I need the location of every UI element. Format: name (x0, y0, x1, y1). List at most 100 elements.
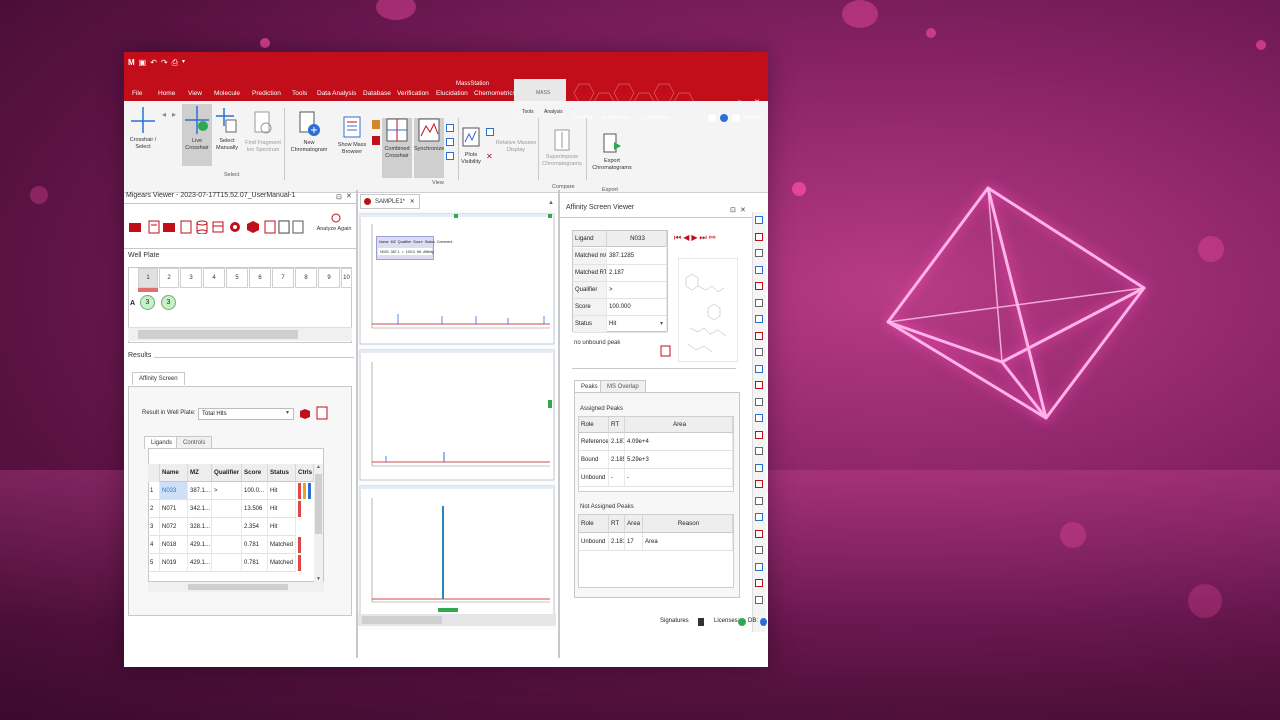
close-plot-icon[interactable]: ✕ (486, 152, 493, 161)
overlay-icon[interactable] (755, 447, 763, 455)
not-assigned-header-reason[interactable]: Reason (643, 515, 733, 533)
live-crosshair-button[interactable]: Live Crosshair (182, 104, 212, 166)
filter-icon[interactable] (755, 513, 763, 521)
row-index[interactable]: 2 (148, 500, 160, 518)
ligand-field-value[interactable]: > (607, 282, 667, 299)
chromatogram-plot-2[interactable] (359, 349, 555, 481)
assigned-peaks-cell[interactable]: Unbound (579, 469, 609, 487)
relative-masses-button[interactable]: Relative Masses Display (494, 140, 538, 154)
folder-stack-icon[interactable] (162, 220, 176, 234)
table-cell-mz[interactable]: 429.1... (188, 536, 212, 554)
tab-affinity-screen[interactable]: Affinity Screen (132, 372, 185, 385)
tab-tools[interactable]: Tools (522, 109, 534, 115)
peak-pick-icon[interactable] (755, 298, 763, 307)
find-fragment-button[interactable]: Find Fragment Ion Spectrum (244, 110, 282, 154)
integrate-icon[interactable] (755, 348, 763, 356)
chevron-down-icon[interactable]: ▾ (286, 409, 289, 416)
list-save-icon[interactable] (180, 220, 192, 234)
color-icon[interactable] (755, 463, 763, 472)
report-icon[interactable] (148, 220, 160, 234)
row-index[interactable]: 4 (148, 536, 160, 554)
close-panel-icon[interactable]: ✕ (346, 192, 352, 200)
menu-verification[interactable]: Verification (397, 90, 429, 97)
new-chromatogram-button[interactable]: New Chromatogram (288, 110, 330, 154)
ligand-field-value[interactable]: 387.1285 (607, 248, 667, 265)
export-chromatograms-button[interactable]: Export Chromatograms (590, 132, 634, 172)
table-cell-score[interactable]: 0.781 (242, 536, 268, 554)
table-cell-qualifier[interactable] (212, 536, 242, 554)
assigned-peaks-cell[interactable]: - (609, 469, 625, 487)
database-icon[interactable] (196, 220, 208, 234)
grid-icon[interactable] (755, 381, 763, 389)
lock-icon[interactable] (372, 120, 380, 129)
open-folder-icon[interactable] (128, 220, 142, 234)
cursor-icon[interactable] (755, 414, 763, 422)
zoom-out-icon[interactable] (755, 232, 763, 241)
not-assigned-peaks-cell[interactable]: Area (643, 533, 733, 551)
select-manually-button[interactable]: Select Manually (214, 106, 240, 152)
table-cell-qualifier[interactable]: > (212, 482, 242, 500)
redo-icon[interactable]: ↷ (161, 58, 168, 68)
not-assigned-header-role[interactable]: Role (579, 515, 609, 533)
column-header-ctrls[interactable]: Ctrls (296, 464, 314, 482)
scroll-thumb[interactable] (188, 584, 288, 590)
table-icon[interactable] (212, 220, 224, 234)
assigned-peaks-cell[interactable]: Reference (579, 433, 609, 451)
synchronize-button[interactable]: Synchronize (414, 118, 444, 178)
menu-tools[interactable]: Tools (292, 90, 307, 97)
pan-icon[interactable] (755, 249, 763, 257)
zoom-in-icon[interactable] (755, 216, 763, 224)
view-side-icon[interactable] (446, 138, 454, 146)
menu-molecule[interactable]: Molecule (214, 90, 240, 97)
assigned-peaks-cell[interactable]: - (625, 469, 733, 487)
triangle-icon[interactable] (755, 595, 763, 604)
table-cell-status[interactable]: Hit (268, 518, 296, 536)
previous-icon[interactable]: ◀ (683, 233, 689, 243)
ruler-icon[interactable] (755, 282, 763, 290)
menu-database[interactable]: Database (363, 90, 391, 97)
close-panel-icon[interactable]: ✕ (740, 206, 746, 214)
gear-icon[interactable] (228, 220, 242, 234)
link-icon[interactable]: ⚯ (709, 233, 716, 243)
assigned-peaks-cell[interactable]: 2.185 (609, 451, 625, 469)
table-cell-qualifier[interactable] (212, 500, 242, 518)
menu-binding[interactable]: Binding (574, 115, 592, 121)
menu-home[interactable]: Home (158, 90, 175, 97)
settings-icon[interactable] (732, 114, 740, 122)
show-mass-browser-button[interactable]: Show Mass Browser (334, 116, 370, 156)
not-assigned-header-area[interactable]: Area (625, 515, 643, 533)
move-up-icon[interactable] (755, 562, 763, 571)
assigned-peaks-cell[interactable]: Bound (579, 451, 609, 469)
menu-prediction[interactable]: Prediction (252, 90, 281, 97)
scroll-thumb[interactable] (362, 616, 442, 624)
scroll-thumb[interactable] (138, 330, 298, 339)
column-header-qualifier[interactable]: Qualifier (212, 464, 242, 482)
table-cell-score[interactable]: 100.0... (242, 482, 268, 500)
table-cell-name[interactable]: N019 (160, 554, 188, 572)
first-icon[interactable]: ⏮ (674, 233, 681, 243)
table-cell-mz[interactable]: 387.1... (188, 482, 212, 500)
warning-icon[interactable] (372, 136, 380, 145)
menu-view[interactable]: View (188, 90, 202, 97)
assigned-header-role[interactable]: Role (579, 417, 609, 433)
well-a2[interactable]: 3 (161, 295, 176, 310)
help-icon[interactable] (708, 114, 716, 122)
last-icon[interactable]: ⏭ (700, 233, 707, 243)
not-assigned-peaks-cell[interactable]: Unbound (579, 533, 609, 551)
tab-analysis[interactable]: Analysis (544, 109, 563, 115)
not-assigned-peaks-cell[interactable]: 2.181 (609, 533, 625, 551)
table-cell-mz[interactable]: 328.1... (188, 518, 212, 536)
table-cell-score[interactable]: 0.781 (242, 554, 268, 572)
panel-splitter[interactable] (558, 190, 560, 658)
view-side-icon[interactable] (446, 152, 454, 160)
analyze-again-button[interactable]: Analyze Again (316, 226, 352, 233)
table-cell-score[interactable]: 2.354 (242, 518, 268, 536)
info-icon[interactable] (720, 114, 728, 122)
list-view-icon[interactable] (292, 220, 304, 234)
menu-elucidation[interactable]: Elucidation (436, 90, 468, 97)
column-header-score[interactable]: Score (242, 464, 268, 482)
print-icon[interactable] (755, 480, 763, 488)
chart-scroll-up-icon[interactable]: ▲ (548, 200, 554, 206)
table-cell-score[interactable]: 13.506 (242, 500, 268, 518)
assigned-peaks-cell[interactable]: 4.09e+4 (625, 433, 733, 451)
